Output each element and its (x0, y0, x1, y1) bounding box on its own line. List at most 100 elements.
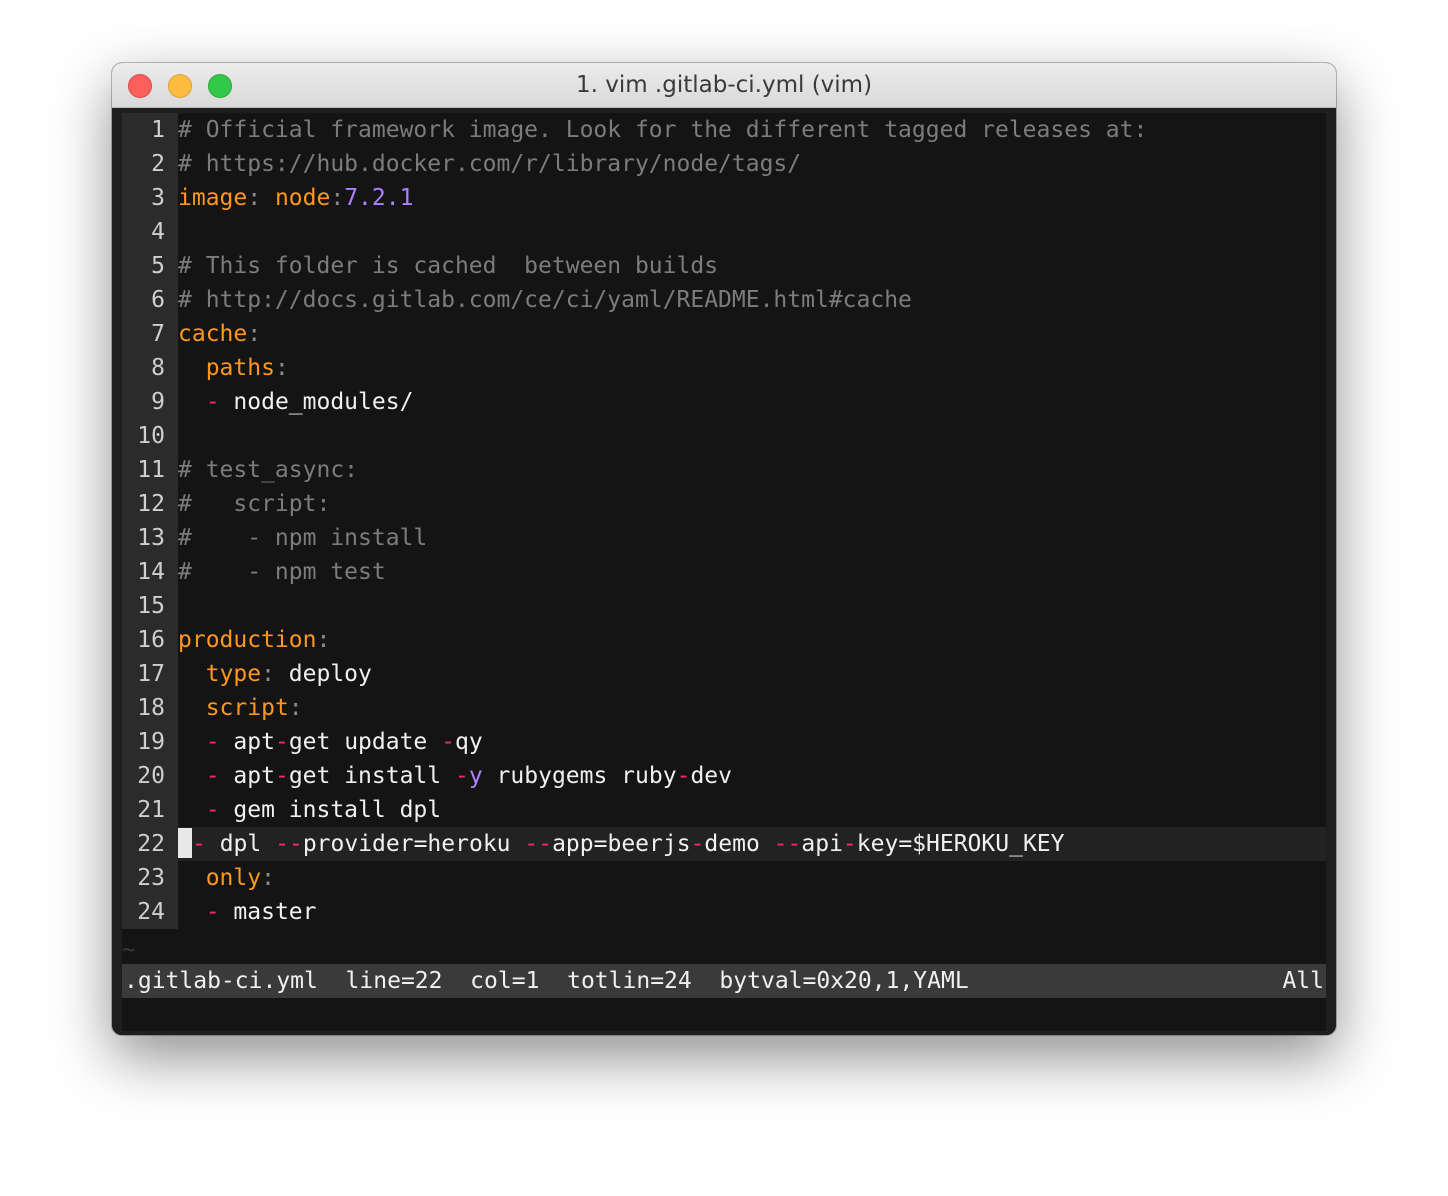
code-line[interactable]: 7 cache: (122, 317, 1326, 351)
code-line[interactable]: 23 only: (122, 861, 1326, 895)
syntax-token (178, 661, 206, 687)
syntax-token: # https://hub.docker.com/r/library/node/… (178, 151, 802, 177)
line-number: 7 (122, 317, 178, 351)
syntax-token: # Official framework image. Look for the… (178, 117, 1148, 143)
code-line[interactable]: 1 # Official framework image. Look for th… (122, 113, 1326, 147)
code-line[interactable]: 24 - master (122, 895, 1326, 929)
syntax-token: dpl (205, 831, 276, 857)
code-line[interactable]: 9 - node_modules/ (122, 385, 1326, 419)
line-number: 11 (122, 453, 178, 487)
syntax-token: - (274, 729, 289, 755)
line-content: # script: (178, 487, 330, 521)
code-line[interactable]: 19 - apt-get update -qy (122, 725, 1326, 759)
syntax-token: : (247, 185, 275, 211)
line-content: image: node:7.2.1 (178, 181, 413, 215)
line-content: # test_async: (178, 453, 358, 487)
syntax-token: apt (219, 729, 275, 755)
line-content: # http://docs.gitlab.com/ce/ci/yaml/READ… (178, 283, 912, 317)
code-line[interactable]: 2 # https://hub.docker.com/r/library/node… (122, 147, 1326, 181)
syntax-token: - (690, 831, 705, 857)
syntax-token: - (274, 763, 289, 789)
code-line[interactable]: 21 - gem install dpl (122, 793, 1326, 827)
code-line[interactable]: 11 # test_async: (122, 453, 1326, 487)
code-line[interactable]: 18 script: (122, 691, 1326, 725)
code-line[interactable]: 8 paths: (122, 351, 1326, 385)
syntax-token: : (247, 321, 262, 347)
line-content: - apt-get update -qy (178, 725, 483, 759)
syntax-token: - (842, 831, 857, 857)
syntax-token (178, 695, 206, 721)
code-line[interactable]: 15 (122, 589, 1326, 623)
syntax-token: paths (205, 355, 275, 381)
line-number: 21 (122, 793, 178, 827)
code-line[interactable]: 22- dpl --provider=heroku --app=beerjs-d… (122, 827, 1326, 861)
vim-status-line: .gitlab-ci.yml line=22 col=1 totlin=24 b… (122, 964, 1326, 998)
line-number: 17 (122, 657, 178, 691)
syntax-token: : (316, 627, 331, 653)
vim-command-line[interactable] (122, 998, 1326, 1031)
syntax-token: image (178, 185, 248, 211)
line-content: only: (178, 861, 275, 895)
code-line[interactable]: 16 production: (122, 623, 1326, 657)
line-content: # This folder is cached between builds (178, 249, 718, 283)
syntax-token: # - npm test (178, 559, 386, 585)
syntax-token: -- (524, 831, 553, 857)
syntax-token: -- (773, 831, 802, 857)
code-line[interactable]: 17 type: deploy (122, 657, 1326, 691)
code-line[interactable]: 20 - apt-get install -y rubygems ruby-de… (122, 759, 1326, 793)
terminal-area[interactable]: ~ .gitlab-ci.yml line=22 col=1 totlin=24… (112, 109, 1336, 1035)
syntax-token: - (192, 831, 206, 857)
line-content: - gem install dpl (178, 793, 441, 827)
syntax-token: deploy (288, 661, 372, 687)
syntax-token: - (205, 899, 220, 925)
line-content: script: (178, 691, 303, 725)
code-line[interactable]: 6 # http://docs.gitlab.com/ce/ci/yaml/REA… (122, 283, 1326, 317)
line-number: 12 (122, 487, 178, 521)
syntax-token (178, 729, 206, 755)
syntax-token: 7.2. (344, 185, 400, 211)
code-line[interactable]: 13 # - npm install (122, 521, 1326, 555)
line-number: 14 (122, 555, 178, 589)
line-number: 5 (122, 249, 178, 283)
syntax-token: provider=heroku (302, 831, 525, 857)
syntax-token: - (205, 763, 220, 789)
syntax-token: # This folder is cached between builds (178, 253, 719, 279)
code-line[interactable]: 5 # This folder is cached between builds (122, 249, 1326, 283)
code-line[interactable]: 14 # - npm test (122, 555, 1326, 589)
code-line[interactable]: 4 (122, 215, 1326, 249)
syntax-token: node (274, 185, 331, 211)
line-number: 18 (122, 691, 178, 725)
line-number: 6 (122, 283, 178, 317)
line-content: # Official framework image. Look for the… (178, 113, 1147, 147)
syntax-token: demo (704, 831, 774, 857)
syntax-token: - (441, 729, 455, 755)
syntax-token: y (468, 763, 483, 789)
code-line[interactable]: 10 (122, 419, 1326, 453)
line-number: 4 (122, 215, 178, 249)
syntax-token: # http://docs.gitlab.com/ce/ci/yaml/READ… (178, 287, 912, 313)
syntax-token: # script: (178, 491, 331, 517)
title-bar: 1. vim .gitlab-ci.yml (vim) (112, 63, 1336, 108)
line-content: - master (178, 895, 317, 929)
syntax-token: dev (690, 763, 732, 789)
syntax-token: - (205, 729, 220, 755)
syntax-token: script (205, 695, 289, 721)
line-content: # - npm install (178, 521, 427, 555)
syntax-token: key=$HEROKU_KEY (856, 831, 1065, 857)
syntax-token (178, 389, 206, 415)
code-line[interactable]: 12 # script: (122, 487, 1326, 521)
syntax-token: only (205, 865, 262, 891)
syntax-token: master (219, 899, 317, 925)
line-content: - node_modules/ (178, 385, 414, 419)
syntax-token: api (801, 831, 843, 857)
syntax-token: get install (288, 763, 455, 789)
status-file-info: .gitlab-ci.yml line=22 col=1 totlin=24 b… (124, 968, 969, 994)
vim-editor[interactable]: ~ .gitlab-ci.yml line=22 col=1 totlin=24… (122, 113, 1326, 1031)
terminal-window: 1. vim .gitlab-ci.yml (vim) ~ .gitlab-ci… (112, 63, 1336, 1035)
line-number: 2 (122, 147, 178, 181)
code-line[interactable]: 3 image: node:7.2.1 (122, 181, 1326, 215)
syntax-token: gem install dpl (219, 797, 442, 823)
syntax-token: - (454, 763, 469, 789)
syntax-token: # - npm install (178, 525, 428, 551)
syntax-token: : (330, 185, 345, 211)
